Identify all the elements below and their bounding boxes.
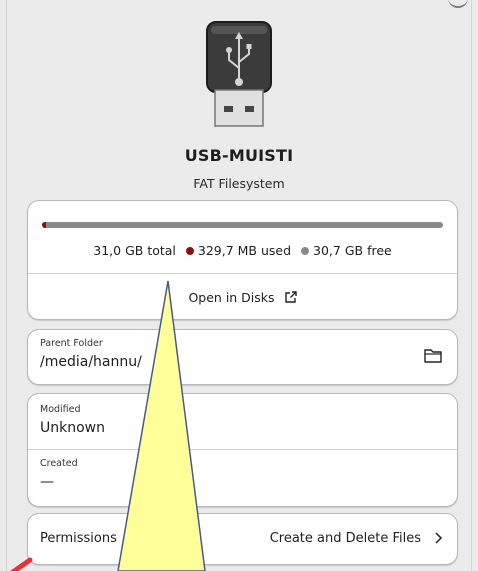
open-in-disks-button[interactable]: Open in Disks [28,274,457,320]
free-size: 30,7 GB free [313,243,392,258]
dates-card: Modified Unknown Created — [27,393,458,507]
open-parent-folder-button[interactable] [423,347,443,365]
permissions-value: Create and Delete Files [269,531,421,546]
usage-legend: 31,0 GB total 329,7 MB used 30,7 GB free [28,242,457,258]
window-corner [448,0,468,8]
created-value: — [40,474,54,490]
parent-folder-label: Parent Folder [40,338,103,349]
chevron-right-icon [435,532,443,544]
open-in-disks-label: Open in Disks [188,289,275,305]
window-left-edge [6,0,7,571]
permissions-label: Permissions [40,531,117,546]
external-link-icon [284,290,297,303]
parent-folder-path: /media/hannu/ [40,354,142,370]
usb-drive-icon [205,20,273,130]
used-size: 329,7 MB used [197,243,292,258]
created-label: Created [40,458,78,469]
free-dot-icon [301,246,310,255]
filesystem-type: FAT Filesystem [193,176,285,191]
modified-value: Unknown [40,420,105,436]
permissions-row[interactable]: Permissions Create and Delete Files [27,513,458,565]
annotation-arrow [9,557,33,571]
card-divider [28,449,457,450]
usage-bar-used [42,222,47,228]
usage-card: 31,0 GB total 329,7 MB used 30,7 GB free… [27,200,458,320]
parent-folder-card: Parent Folder /media/hannu/ [27,329,458,385]
folder-icon [424,349,442,363]
usage-bar [42,222,443,228]
used-dot-icon [185,246,194,255]
modified-label: Modified [40,404,81,415]
total-size: 31,0 GB total [93,243,176,258]
device-name: USB-MUISTI [184,146,294,165]
window-right-edge [471,0,472,571]
